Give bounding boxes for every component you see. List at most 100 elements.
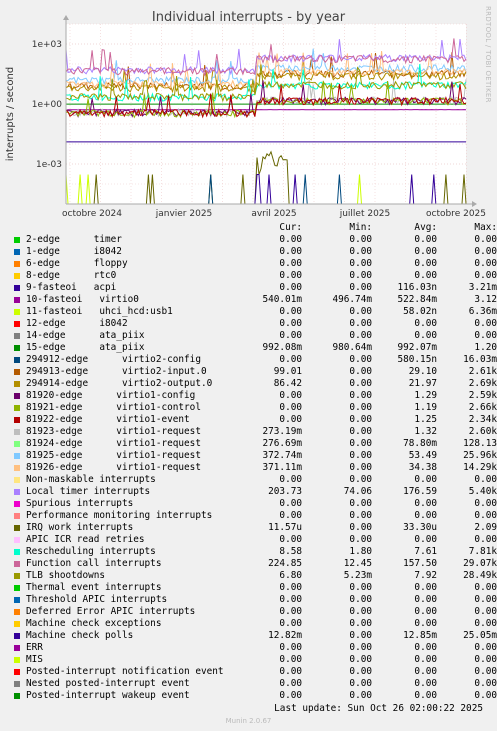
y-tick-label: 1e+03 — [32, 40, 62, 50]
header-cur: Cur: — [279, 222, 302, 233]
legend-cur: 0.00 — [279, 270, 302, 281]
legend-max: 2.69k — [468, 378, 497, 389]
legend-swatch — [14, 501, 20, 507]
legend-row: Performance monitoring interrupts 0.00 0.0… — [12, 510, 497, 522]
legend-max: 29.07k — [463, 558, 497, 569]
legend-swatch — [14, 573, 20, 579]
legend-series-name: 8-edge rtc0 — [26, 270, 117, 281]
legend-cur: 0.00 — [279, 318, 302, 329]
legend-swatch — [14, 393, 20, 399]
legend-swatch — [14, 549, 20, 555]
legend-series-name: Thermal event interrupts — [26, 582, 162, 593]
legend-swatch — [14, 345, 20, 351]
legend-max: 0.00 — [474, 654, 497, 665]
legend-max: 7.81k — [468, 546, 497, 557]
legend-cur: 0.00 — [279, 330, 302, 341]
legend-max: 16.03m — [463, 354, 497, 365]
legend-series-name: 1-edge i8042 — [26, 246, 122, 257]
legend-cur: 6.80 — [279, 570, 302, 581]
legend-max: 3.21m — [468, 282, 497, 293]
legend-min: 0.00 — [349, 582, 372, 593]
legend-swatch — [14, 465, 20, 471]
legend-row: 12-edge i8042 0.00 0.00 0.00 0.00 — [12, 318, 497, 330]
legend-cur: 0.00 — [279, 474, 302, 485]
x-axis-arrow — [472, 201, 477, 207]
legend-swatch — [14, 285, 20, 291]
legend-series-name: Nested posted-interrupt event — [26, 678, 190, 689]
legend-min: 12.45 — [343, 558, 372, 569]
legend-cur: 0.00 — [279, 282, 302, 293]
legend-min: 0.00 — [349, 666, 372, 677]
legend-min: 0.00 — [349, 282, 372, 293]
legend-min: 0.00 — [349, 402, 372, 413]
legend-series-name: 81926-edge virtio1-request — [26, 462, 201, 473]
legend-min: 0.00 — [349, 450, 372, 461]
legend-max: 6.36m — [468, 306, 497, 317]
y-tick-label: 1e-03 — [36, 160, 62, 170]
legend-min: 0.00 — [349, 366, 372, 377]
x-tick-label: avril 2025 — [251, 209, 296, 219]
legend-min: 0.00 — [349, 258, 372, 269]
legend-row: Machine check exceptions 0.00 0.00 0.00 0.00 — [12, 618, 497, 630]
legend-cur: 0.00 — [279, 642, 302, 653]
legend-max: 0.00 — [474, 690, 497, 701]
legend-cur: 273.19m — [262, 426, 302, 437]
legend-min: 0.00 — [349, 690, 372, 701]
legend-cur: 0.00 — [279, 534, 302, 545]
legend-max: 0.00 — [474, 330, 497, 341]
legend-swatch — [14, 405, 20, 411]
legend-cur: 0.00 — [279, 234, 302, 245]
legend-min: 0.00 — [349, 654, 372, 665]
legend-max: 0.00 — [474, 258, 497, 269]
legend-swatch — [14, 669, 20, 675]
legend-min: 0.00 — [349, 414, 372, 425]
legend-row: 15-edge ata_piix 992.08m 980.64m 992.07m 1.2… — [12, 342, 497, 354]
legend-min: 0.00 — [349, 234, 372, 245]
x-tick-label: octobre 2025 — [426, 209, 486, 219]
legend-row: 81925-edge virtio1-request 372.74m 0.00 53.… — [12, 450, 497, 462]
legend-cur: 0.00 — [279, 306, 302, 317]
chart-area: 1e-03 1e+00 1e+03 octobre 2024 janvier 2025 a… — [5, 15, 486, 219]
legend-swatch — [14, 441, 20, 447]
legend-series-name: 294913-edge virtio2-input.0 — [26, 366, 207, 377]
legend-cur: 0.00 — [279, 666, 302, 677]
legend-swatch — [14, 609, 20, 615]
y-axis-arrow — [63, 15, 69, 20]
legend-max: 0.00 — [474, 270, 497, 281]
legend-series-name: IRQ work interrupts — [26, 522, 134, 533]
legend-row: 294912-edge virtio2-config 0.00 0.00 580.15… — [12, 354, 497, 366]
legend-max: 2.66k — [468, 402, 497, 413]
legend-max: 1.20 — [474, 342, 497, 353]
legend-series-name: 294914-edge virtio2-output.0 — [26, 378, 213, 389]
legend-min: 0.00 — [349, 510, 372, 521]
legend-swatch — [14, 309, 20, 315]
legend-swatch — [14, 333, 20, 339]
legend-max: 25.96k — [463, 450, 497, 461]
legend-row: 9-fasteoi acpi 0.00 0.00 116.03n 3.21m — [12, 282, 497, 294]
legend-row: 14-edge ata_piix 0.00 0.00 0.00 0.00 — [12, 330, 497, 342]
legend-swatch — [14, 261, 20, 267]
legend-row: Spurious interrupts 0.00 0.00 0.00 0.00 — [12, 498, 497, 510]
legend-row: Thermal event interrupts 0.00 0.00 0.00 0.00 — [12, 582, 497, 594]
legend-min: 0.00 — [349, 474, 372, 485]
legend-max: 2.09 — [474, 522, 497, 533]
legend-series-name: 15-edge ata_piix — [26, 342, 145, 353]
legend-row: 81924-edge virtio1-request 276.69m 0.00 78.… — [12, 438, 497, 450]
legend-swatch — [14, 237, 20, 243]
legend-row: MIS 0.00 0.00 0.00 0.00 — [12, 654, 497, 666]
legend-swatch — [14, 525, 20, 531]
legend-swatch — [14, 633, 20, 639]
legend-row: 81923-edge virtio1-request 273.19m 0.00 1.3… — [12, 426, 497, 438]
legend-cur: 992.08m — [262, 342, 302, 353]
last-update: Last update: Sun Oct 26 02:00:22 2025 — [274, 703, 483, 714]
legend-cur: 372.74m — [262, 450, 302, 461]
legend-row: 1-edge i8042 0.00 0.00 0.00 0.00 — [12, 246, 497, 258]
legend-swatch — [14, 297, 20, 303]
legend-min: 0.00 — [349, 534, 372, 545]
legend-series-name: 6-edge floppy — [26, 258, 128, 269]
legend-cur: 0.00 — [279, 678, 302, 689]
legend-row: 10-fasteoi virtio0 540.01m 496.74m 522.84m 3… — [12, 294, 497, 306]
x-tick-label: janvier 2025 — [155, 209, 213, 219]
legend-min: 1.80 — [349, 546, 372, 557]
legend-cur: 0.00 — [279, 414, 302, 425]
